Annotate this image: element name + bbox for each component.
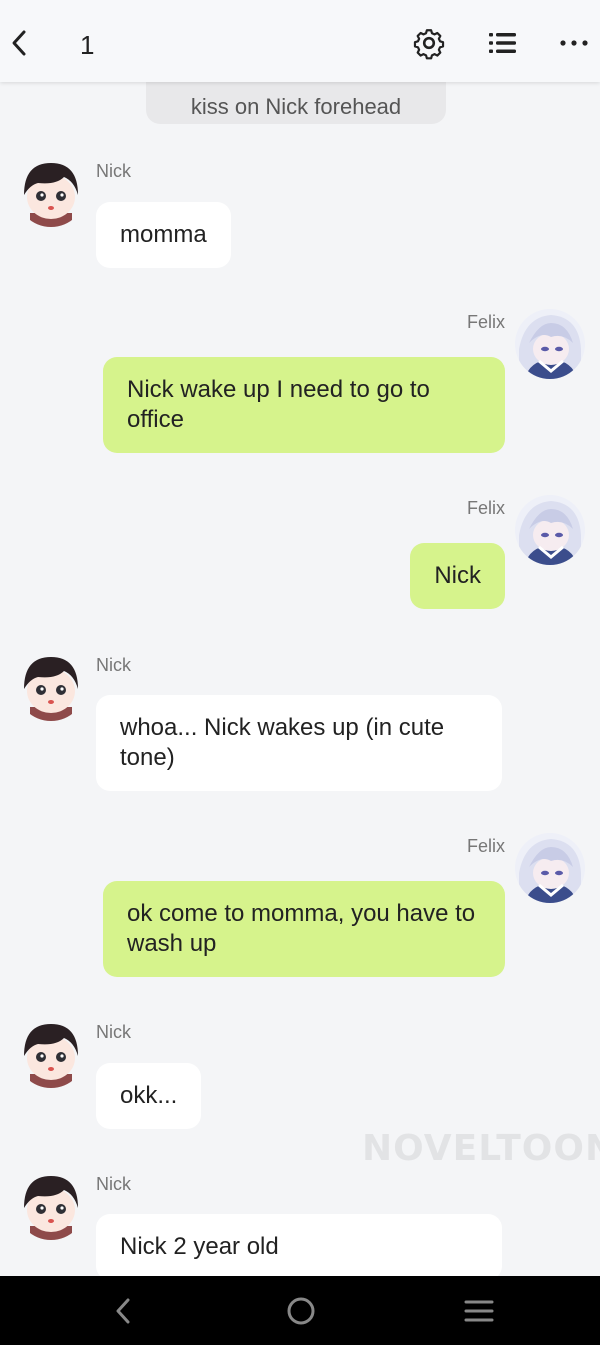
- silver-hair-avatar-icon: [515, 495, 585, 565]
- avatar-nick[interactable]: [16, 157, 86, 227]
- nav-menu-icon: [464, 1300, 494, 1322]
- message-bubble[interactable]: Nick 2 year old: [96, 1214, 502, 1276]
- system-nav-bar: [0, 1276, 600, 1345]
- chevron-left-icon: [12, 30, 26, 56]
- top-bar: 1: [0, 0, 600, 82]
- boy-avatar-icon: [16, 1170, 86, 1240]
- message-bubble[interactable]: ok come to momma, you have to wash up: [103, 881, 505, 977]
- list-icon: [489, 33, 516, 53]
- more-dots-icon: [560, 40, 588, 46]
- boy-avatar-icon: [16, 651, 86, 721]
- avatar-nick[interactable]: [16, 1018, 86, 1088]
- watermark-logo: NOVELTOON: [362, 1128, 600, 1169]
- avatar-felix[interactable]: [515, 833, 585, 903]
- avatar-felix[interactable]: [515, 495, 585, 565]
- message-bubble[interactable]: whoa... Nick wakes up (in cute tone): [96, 695, 502, 791]
- chat-area[interactable]: kiss on Nick forehead Nick momma Felix N…: [0, 82, 600, 1276]
- sender-name: Nick: [96, 161, 131, 181]
- narration-bubble: kiss on Nick forehead: [146, 82, 446, 124]
- boy-avatar-icon: [16, 157, 86, 227]
- nav-home-button[interactable]: [284, 1294, 318, 1328]
- silver-hair-avatar-icon: [515, 833, 585, 903]
- message-bubble[interactable]: Nick: [410, 543, 505, 609]
- gear-icon: [413, 29, 445, 60]
- sender-name: Felix: [466, 498, 505, 518]
- message-bubble[interactable]: okk...: [96, 1063, 202, 1129]
- message-bubble[interactable]: momma: [96, 202, 231, 268]
- boy-avatar-icon: [16, 1018, 86, 1088]
- back-button[interactable]: [4, 22, 34, 64]
- sender-name: Nick: [96, 1174, 131, 1194]
- list-button[interactable]: [486, 26, 520, 60]
- avatar-nick[interactable]: [16, 651, 86, 721]
- nav-back-icon: [116, 1298, 130, 1324]
- sender-name: Felix: [466, 312, 505, 332]
- nav-home-icon: [287, 1297, 315, 1325]
- message-bubble[interactable]: Nick wake up I need to go to office: [103, 357, 505, 453]
- nav-menu-button[interactable]: [462, 1294, 496, 1328]
- more-button[interactable]: [558, 26, 592, 60]
- sender-name: Nick: [96, 655, 131, 675]
- nav-back-button[interactable]: [106, 1294, 140, 1328]
- silver-hair-avatar-icon: [515, 309, 585, 379]
- avatar-nick[interactable]: [16, 1170, 86, 1240]
- avatar-felix[interactable]: [515, 309, 585, 379]
- page-title: 1: [80, 30, 95, 60]
- sender-name: Nick: [96, 1022, 131, 1042]
- settings-button[interactable]: [412, 26, 446, 60]
- sender-name: Felix: [466, 836, 505, 856]
